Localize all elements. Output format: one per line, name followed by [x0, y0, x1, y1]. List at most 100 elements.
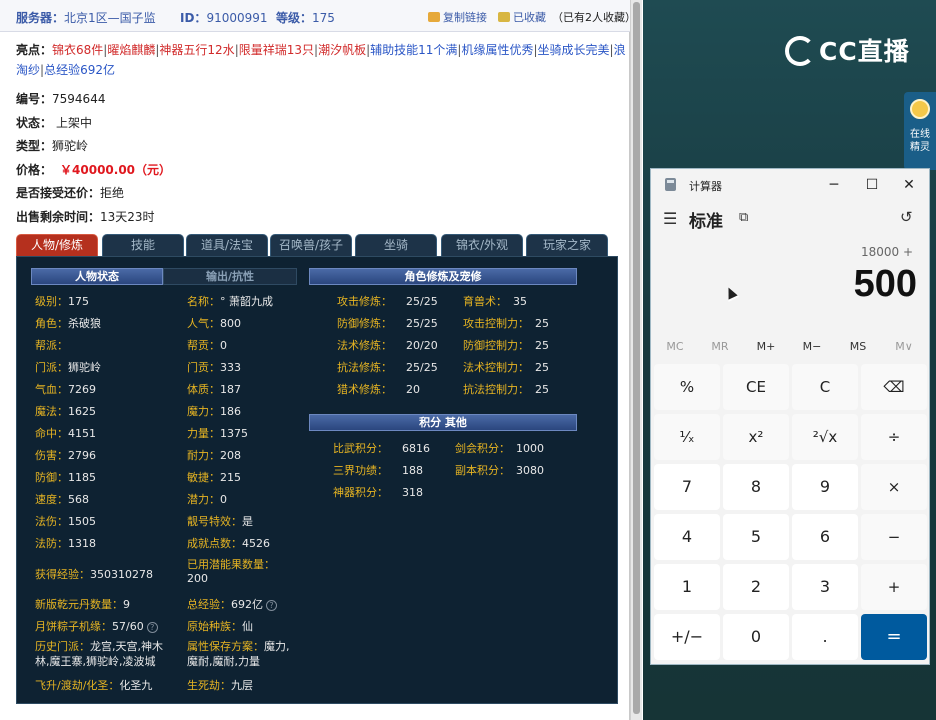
tab-items[interactable]: 道具/法宝: [186, 234, 268, 256]
tab-character[interactable]: 人物/修炼: [16, 234, 98, 256]
section-cultivation: 角色修炼及宠修: [309, 268, 577, 285]
highlight-item: 曜焰麒麟: [107, 43, 156, 57]
subtract-button[interactable]: −: [861, 514, 927, 560]
number-value: 7594644: [52, 92, 106, 106]
top-info-bar: 服务器：北京1区—国子监 ID：91000991 等级：175 复制链接 已收藏…: [0, 0, 636, 32]
keep-on-top-icon[interactable]: ⧉: [739, 210, 748, 225]
digit-7-button[interactable]: 7: [654, 464, 720, 510]
digit-3-button[interactable]: 3: [792, 564, 858, 610]
hamburger-menu-icon[interactable]: ☰: [663, 209, 677, 228]
fly-label: 飞升/渡劫/化圣：: [35, 679, 120, 692]
clear-button[interactable]: C: [792, 364, 858, 410]
stat-row: 名称：° 萧韶九成: [187, 293, 273, 309]
tab-mounts[interactable]: 坐骑: [355, 234, 437, 256]
memory-clear-button[interactable]: MC: [655, 340, 695, 353]
decimal-button[interactable]: .: [792, 614, 858, 660]
digit-2-button[interactable]: 2: [723, 564, 789, 610]
stat-value: 25/25: [406, 317, 438, 330]
stat-value: 4526: [242, 537, 270, 550]
stat-label: 副本积分：: [455, 464, 510, 477]
digit-6-button[interactable]: 6: [792, 514, 858, 560]
digit-1-button[interactable]: 1: [654, 564, 720, 610]
stat-value: 215: [220, 471, 241, 484]
divide-button[interactable]: ÷: [861, 414, 927, 460]
tab-home[interactable]: 玩家之家: [526, 234, 608, 256]
stat-label: 角色：: [35, 317, 68, 330]
price-label: 价格：: [16, 163, 53, 177]
close-button[interactable]: ✕: [894, 173, 924, 197]
stat-value: 20/20: [406, 339, 438, 352]
memory-add-button[interactable]: M+: [746, 340, 786, 353]
highlight-item: 锦衣68件: [52, 43, 104, 57]
digit-4-button[interactable]: 4: [654, 514, 720, 560]
calculator-app-icon: [665, 178, 676, 191]
type-row: 类型：狮驼岭: [16, 137, 88, 154]
digit-9-button[interactable]: 9: [792, 464, 858, 510]
life-value: 九层: [231, 679, 253, 692]
stat-value: 333: [220, 361, 241, 374]
status-row: 状态： 上架中: [16, 114, 92, 131]
online-sprite-widget[interactable]: 在线 精灵: [904, 92, 936, 170]
mooncake-item: 月饼粽子机缘：57/60?: [35, 618, 158, 634]
minimize-button[interactable]: ─: [819, 173, 849, 197]
tab-outfits[interactable]: 锦衣/外观: [441, 234, 523, 256]
help-icon[interactable]: ?: [266, 600, 277, 611]
stat-label: 成就点数：: [187, 537, 242, 550]
stat-value: 25: [535, 317, 549, 330]
square-root-button[interactable]: ²√x: [792, 414, 858, 460]
highlight-item: 神器五行12水: [159, 43, 235, 57]
exp-label: 获得经验：: [35, 568, 90, 581]
equals-button[interactable]: =: [861, 614, 927, 660]
square-button[interactable]: x²: [723, 414, 789, 460]
copy-link-button[interactable]: 复制链接: [428, 9, 487, 25]
status-label: 状态：: [16, 116, 53, 130]
multiply-button[interactable]: ×: [861, 464, 927, 510]
history-icon[interactable]: ↺: [900, 208, 913, 226]
help-icon[interactable]: ?: [146, 622, 158, 633]
stat-value: 568: [68, 493, 89, 506]
negate-button[interactable]: +/−: [654, 614, 720, 660]
number-row: 编号：7594644: [16, 90, 105, 107]
fly-value: 化圣九: [119, 679, 153, 692]
tab-summons[interactable]: 召唤兽/孩子: [270, 234, 352, 256]
memory-subtract-button[interactable]: M−: [792, 340, 832, 353]
stat-label: 魔法：: [35, 405, 68, 418]
reciprocal-button[interactable]: ¹⁄ₓ: [654, 414, 720, 460]
add-button[interactable]: +: [861, 564, 927, 610]
mooncake-value: 57/60: [112, 620, 144, 633]
calculator-titlebar[interactable]: 计算器 ─ ☐ ✕: [651, 169, 929, 201]
memory-recall-button[interactable]: MR: [700, 340, 740, 353]
fly-item: 飞升/渡劫/化圣：化圣九: [35, 677, 152, 693]
digit-0-button[interactable]: 0: [723, 614, 789, 660]
page-scrollbar[interactable]: [630, 0, 642, 720]
digit-5-button[interactable]: 5: [723, 514, 789, 560]
stat-label: 攻击控制力：: [463, 317, 529, 330]
copy-link-label: 复制链接: [443, 11, 487, 24]
remaining-time-row: 出售剩余时间：13天23时: [16, 208, 155, 225]
section-output-resist[interactable]: 输出/抗性: [163, 268, 297, 285]
stat-row: 帮派：: [35, 337, 68, 353]
price-value: ￥40000.00（元）: [60, 163, 172, 177]
clear-entry-button[interactable]: CE: [723, 364, 789, 410]
memory-store-button[interactable]: MS: [838, 340, 878, 353]
section-character-status[interactable]: 人物状态: [31, 268, 163, 285]
backspace-button[interactable]: ⌫: [861, 364, 927, 410]
percent-button[interactable]: %: [654, 364, 720, 410]
scrollbar-thumb[interactable]: [633, 2, 640, 714]
stat-value: 1505: [68, 515, 96, 528]
memory-list-button[interactable]: M∨: [884, 340, 924, 353]
stat-label: 抗法修炼：: [337, 361, 392, 374]
stat-row: 门派：狮驼岭: [35, 359, 101, 375]
life-label: 生死劫：: [187, 679, 231, 692]
maximize-button[interactable]: ☐: [857, 173, 887, 197]
collect-button[interactable]: 已收藏: [498, 9, 546, 25]
collect-count: （已有2人收藏）: [552, 11, 636, 24]
stat-label: 比武积分：: [333, 442, 388, 455]
stat-value: 1318: [68, 537, 96, 550]
tab-skills[interactable]: 技能: [102, 234, 184, 256]
stat-label: 靓号特效：: [187, 515, 242, 528]
bargain-row: 是否接受还价：拒绝: [16, 184, 124, 201]
digit-8-button[interactable]: 8: [723, 464, 789, 510]
stat-row: 攻击控制力： 25: [463, 315, 549, 331]
stat-value: 187: [220, 383, 241, 396]
